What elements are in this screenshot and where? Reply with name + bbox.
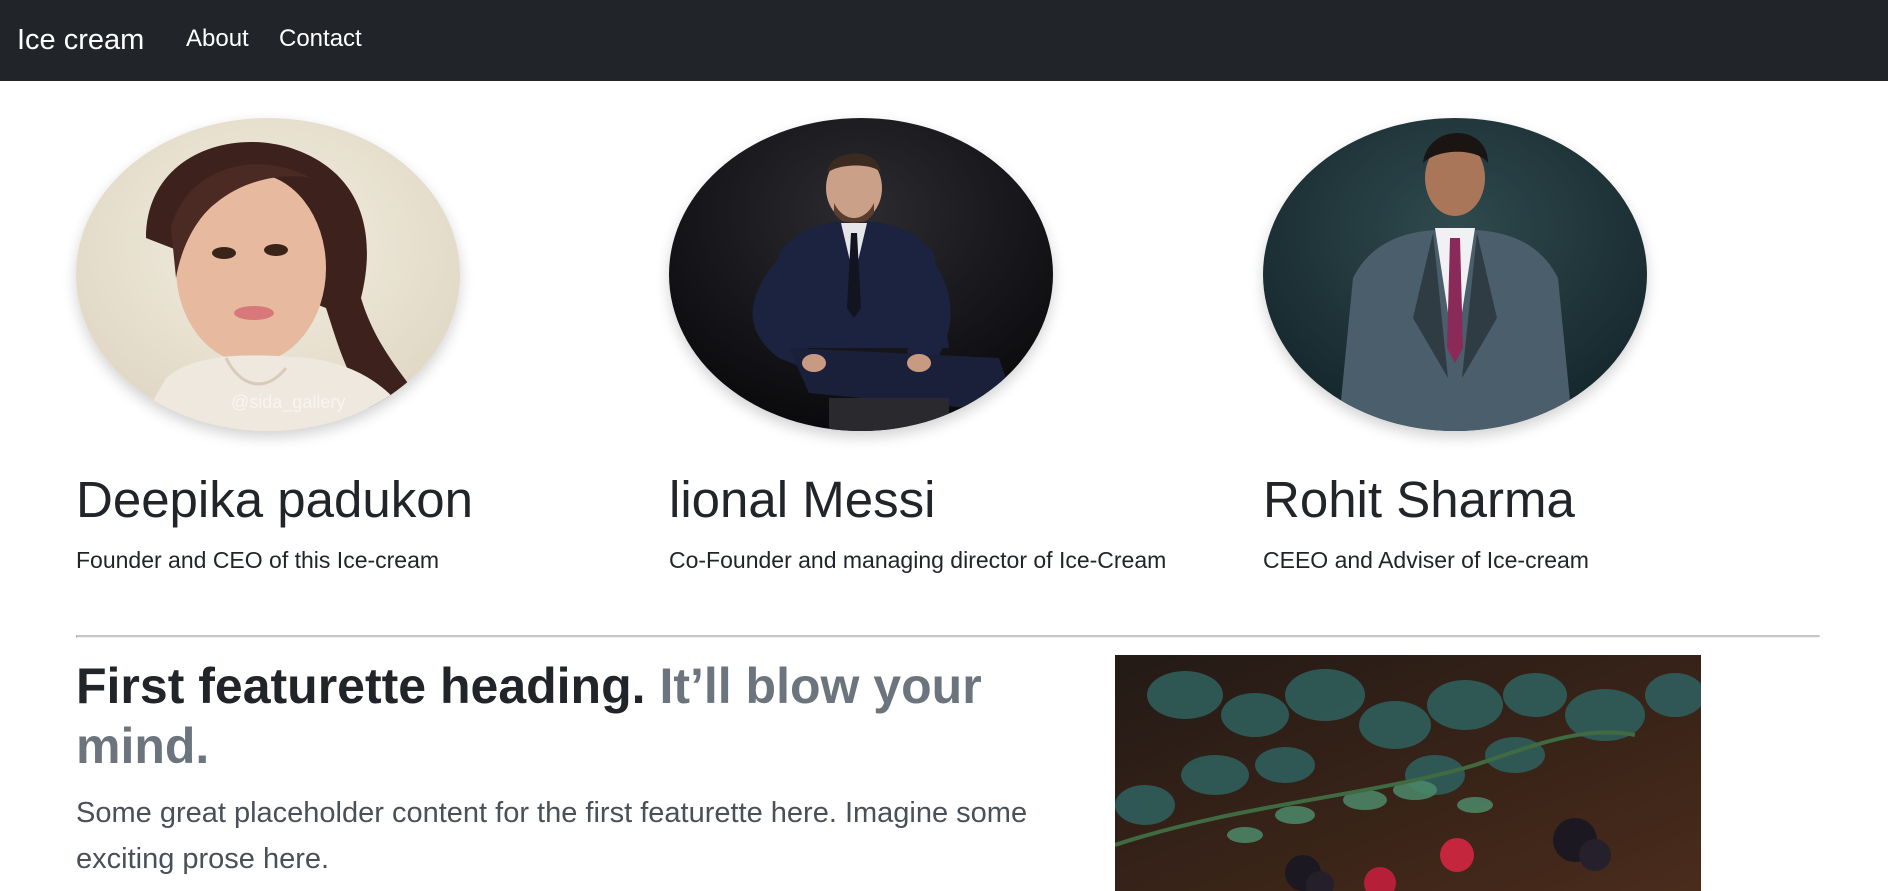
featurette-heading-main: First featurette heading.: [76, 658, 646, 714]
featurette-image: [1115, 655, 1701, 891]
person-role: Founder and CEO of this Ice-cream: [76, 547, 440, 573]
person-name: Rohit Sharma: [1263, 471, 1575, 528]
nav-link-contact[interactable]: Contact: [279, 23, 362, 55]
featurette-divider: [76, 635, 1820, 638]
portrait-photo-2: [669, 118, 1053, 431]
avatar: @sida_gallery: [76, 118, 460, 431]
brand-link[interactable]: Ice cream: [17, 22, 144, 58]
navbar: Ice cream About Contact: [0, 0, 1888, 81]
team-member-card: lional Messi Co-Founder and managing dir…: [669, 118, 1229, 573]
berries-leaves-photo: [1115, 655, 1701, 891]
person-name: Deepika padukon: [76, 471, 473, 528]
person-name: lional Messi: [669, 471, 936, 528]
avatar: [669, 118, 1053, 431]
nav-link-about[interactable]: About: [186, 23, 249, 55]
watermark-text: @sida_gallery: [231, 392, 345, 413]
team-member-card: Rohit Sharma CEEO and Adviser of Ice-cre…: [1263, 118, 1823, 573]
portrait-photo-1: @sida_gallery: [76, 118, 460, 431]
featurette-text: Some great placeholder content for the f…: [76, 797, 1028, 875]
person-role: CEEO and Adviser of Ice-cream: [1263, 547, 1589, 573]
team-member-card: @sida_gallery Deepika padukon Founder an…: [76, 118, 636, 573]
featurette-heading: First featurette heading. It’ll blow you…: [76, 656, 1076, 776]
portrait-photo-3: [1263, 118, 1647, 431]
avatar: [1263, 118, 1647, 431]
person-role: Co-Founder and managing director of Ice-…: [669, 547, 1167, 573]
